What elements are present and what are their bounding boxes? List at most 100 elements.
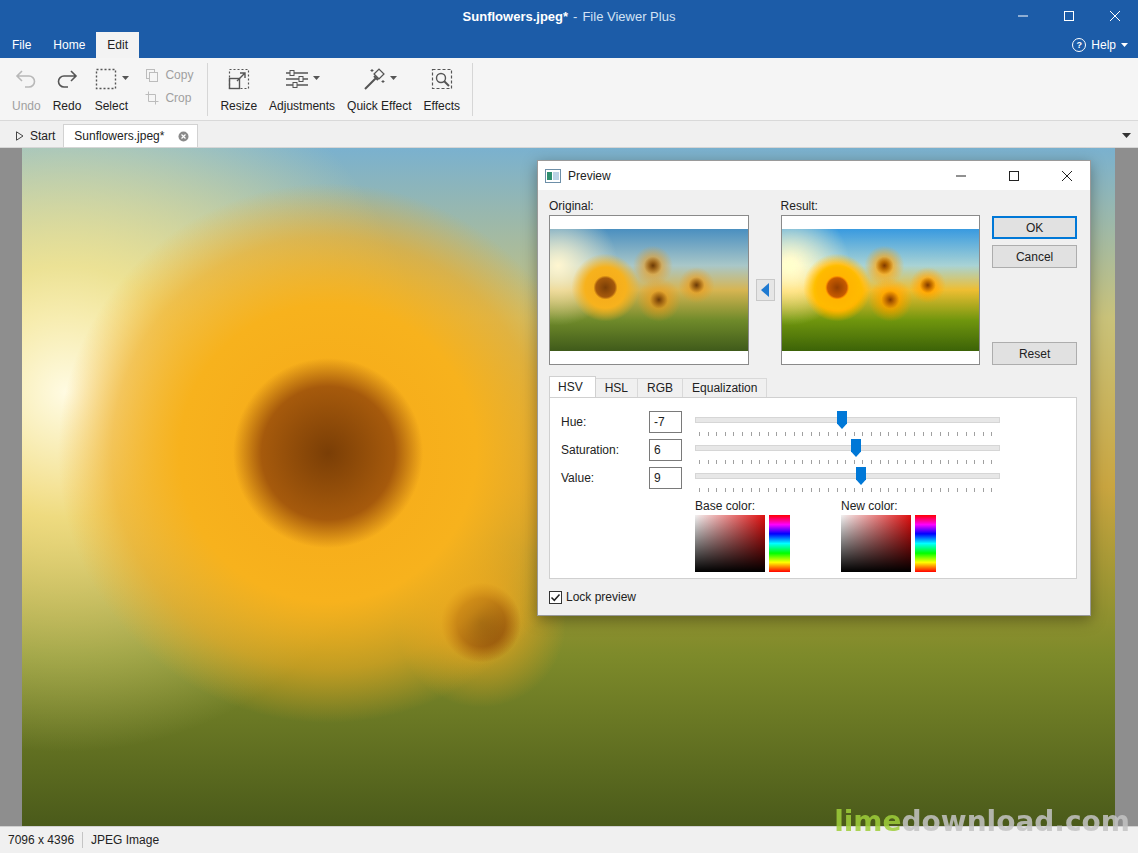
ribbon-button[interactable]: Quick Effect	[341, 63, 417, 116]
minimize-button[interactable]	[938, 161, 984, 190]
status-item: JPEG Image	[91, 833, 159, 847]
left-arrow-icon	[761, 283, 769, 297]
ribbon-separator	[472, 63, 473, 116]
file-viewer-window: Sunflowers.jpeg*-File Viewer Plus FileHom…	[0, 0, 1138, 853]
adjustment-label: Hue:	[561, 411, 649, 433]
adjustment-slider[interactable]	[695, 411, 1000, 437]
close-icon	[1062, 171, 1072, 181]
magic-wand-icon	[361, 66, 387, 92]
hue-bar[interactable]	[915, 515, 936, 572]
slider-track	[695, 417, 1000, 423]
tab-list-arrow-icon[interactable]	[1122, 133, 1131, 138]
adjustment-tab[interactable]: HSV	[549, 376, 596, 397]
ribbon-small-button[interactable]: Copy	[145, 68, 193, 82]
selection-icon	[93, 66, 119, 92]
ribbon-button[interactable]: Redo	[47, 63, 88, 116]
adjustment-tab[interactable]: RGB	[637, 378, 683, 397]
color-label: New color:	[841, 499, 936, 513]
image-window-icon	[545, 169, 561, 183]
slider-ticks	[699, 460, 996, 464]
help-menu[interactable]: ?Help	[1072, 32, 1138, 58]
minimize-button[interactable]	[1000, 0, 1046, 32]
menu-tab[interactable]: Home	[42, 32, 96, 58]
document-tab[interactable]: Start	[8, 124, 63, 147]
menu-bar: FileHomeEdit ?Help	[0, 32, 1138, 58]
adjustment-row: Hue:-7	[561, 411, 1064, 439]
result-photo	[782, 229, 980, 351]
adjustment-tabs: HSVHSLRGBEqualization	[549, 376, 1077, 397]
redo-icon	[54, 66, 80, 92]
slider-thumb[interactable]	[837, 411, 847, 429]
maximize-button[interactable]	[991, 161, 1037, 190]
dropdown-arrow-icon	[390, 76, 397, 80]
adjustment-input[interactable]: -7	[649, 411, 682, 433]
saturation-value-box[interactable]	[695, 515, 765, 572]
ribbon: UndoRedoSelect Copy Crop ResizeAdjustmentsQ…	[0, 58, 1138, 121]
original-label: Original:	[549, 200, 749, 215]
slider-track	[695, 473, 1000, 479]
slider-ticks	[699, 488, 996, 492]
adjustment-tab[interactable]: Equalization	[682, 378, 767, 397]
hsv-panel: Hue:-7Saturation:6Value:9Base color:New …	[549, 397, 1077, 579]
ribbon-small-group: Copy Crop	[135, 63, 201, 116]
result-label: Result:	[781, 200, 981, 215]
adjustment-slider[interactable]	[695, 439, 1000, 465]
original-photo	[550, 229, 748, 351]
status-separator	[82, 832, 83, 848]
minimize-icon	[956, 171, 966, 181]
dropdown-arrow-icon	[313, 76, 320, 80]
ribbon-button[interactable]: Undo	[6, 63, 47, 116]
status-bar: 7096 x 4396 JPEG Image	[0, 826, 1138, 853]
ribbon-separator	[207, 63, 208, 116]
menu-tab[interactable]: File	[1, 32, 42, 58]
ribbon-button[interactable]: Effects	[418, 63, 466, 116]
color-picker: Base color:	[695, 499, 790, 572]
saturation-value-box[interactable]	[841, 515, 911, 572]
play-icon	[16, 131, 24, 141]
adjustment-input[interactable]: 9	[649, 467, 682, 489]
adjustment-tab[interactable]: HSL	[595, 378, 638, 397]
ribbon-small-button[interactable]: Crop	[145, 91, 193, 105]
effects-icon	[429, 66, 455, 92]
status-item: 7096 x 4396	[8, 833, 74, 847]
undo-icon	[13, 66, 39, 92]
help-icon: ?	[1072, 38, 1086, 52]
document-tab-strip: StartSunflowers.jpeg*	[0, 121, 1138, 148]
crop-icon	[145, 91, 159, 105]
adjustment-slider[interactable]	[695, 467, 1000, 493]
document-tab[interactable]: Sunflowers.jpeg*	[63, 124, 198, 147]
ribbon-button[interactable]: Resize	[214, 63, 263, 116]
dialog-button[interactable]: OK	[992, 216, 1077, 239]
dropdown-arrow-icon	[1121, 43, 1128, 47]
adjustment-label: Saturation:	[561, 439, 649, 461]
slider-thumb[interactable]	[851, 439, 861, 457]
reset-button[interactable]: Reset	[992, 342, 1077, 365]
adjustment-input[interactable]: 6	[649, 439, 682, 461]
close-tab-icon[interactable]	[178, 131, 189, 142]
copy-icon	[145, 68, 159, 82]
close-button[interactable]	[1044, 161, 1090, 190]
ribbon-button[interactable]: Select	[87, 63, 135, 116]
checkmark-icon	[550, 592, 561, 603]
result-preview	[781, 215, 981, 365]
sliders-icon	[284, 66, 310, 92]
dialog-title-bar: Preview	[538, 161, 1090, 190]
slider-thumb[interactable]	[856, 467, 866, 485]
copy-to-original-button[interactable]	[756, 279, 775, 301]
resize-icon	[226, 66, 252, 92]
adjustment-row: Saturation:6	[561, 439, 1064, 467]
close-button[interactable]	[1092, 0, 1138, 32]
close-icon	[1109, 10, 1121, 22]
menu-tab[interactable]: Edit	[96, 32, 139, 58]
maximize-icon	[1009, 171, 1019, 181]
hue-bar[interactable]	[769, 515, 790, 572]
dialog-button[interactable]: Cancel	[992, 245, 1077, 268]
preview-dialog: PreviewOriginal:Result:OKCancelResetHSVH…	[537, 160, 1091, 616]
dropdown-arrow-icon	[122, 76, 129, 80]
lock-preview-checkbox[interactable]: Lock preview	[549, 589, 1077, 605]
maximize-button[interactable]	[1046, 0, 1092, 32]
window-title: Sunflowers.jpeg*-File Viewer Plus	[463, 9, 676, 24]
checkbox[interactable]	[549, 591, 562, 604]
maximize-icon	[1063, 10, 1075, 22]
ribbon-button[interactable]: Adjustments	[263, 63, 341, 116]
